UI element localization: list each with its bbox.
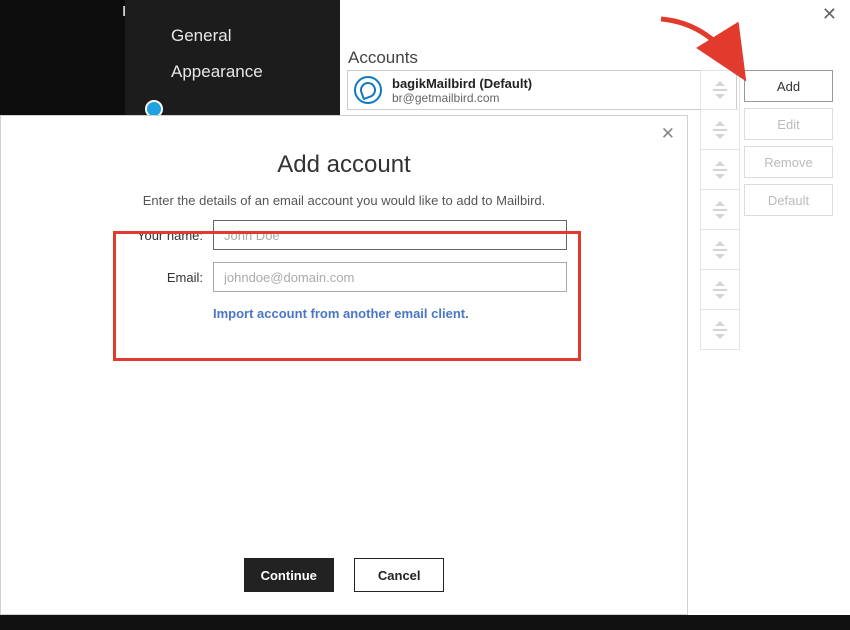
- drag-handle[interactable]: [700, 150, 740, 190]
- annotation-highlight-box: [113, 231, 581, 361]
- add-account-modal: ✕ Add account Enter the details of an em…: [0, 115, 688, 615]
- drag-handle[interactable]: [700, 270, 740, 310]
- modal-subtitle: Enter the details of an email account yo…: [1, 193, 687, 208]
- settings-sidebar: General Appearance: [125, 0, 340, 115]
- app-dark-background: [0, 0, 125, 115]
- modal-title: Add account: [1, 151, 687, 179]
- sidebar-item-general[interactable]: General: [125, 18, 340, 54]
- accounts-heading: Accounts: [348, 48, 418, 68]
- drag-handle[interactable]: [700, 190, 740, 230]
- drag-handle[interactable]: [700, 310, 740, 350]
- sidebar-item-appearance[interactable]: Appearance: [125, 54, 340, 90]
- modal-button-row: Continue Cancel: [1, 558, 687, 592]
- cancel-button[interactable]: Cancel: [354, 558, 444, 592]
- account-name-label: bagikMailbird (Default): [392, 76, 730, 91]
- default-button[interactable]: Default: [744, 184, 833, 216]
- account-action-buttons: Add Edit Remove Default: [744, 70, 833, 222]
- drag-handle[interactable]: [700, 110, 740, 150]
- account-text-block: bagikMailbird (Default) br@getmailbird.c…: [392, 76, 730, 105]
- mailbird-icon: [354, 76, 382, 104]
- edit-button[interactable]: Edit: [744, 108, 833, 140]
- continue-button[interactable]: Continue: [244, 558, 334, 592]
- add-button[interactable]: Add: [744, 70, 833, 102]
- remove-button[interactable]: Remove: [744, 146, 833, 178]
- close-icon[interactable]: ✕: [822, 4, 837, 25]
- account-email-label: br@getmailbird.com: [392, 91, 730, 105]
- drag-handle[interactable]: [700, 230, 740, 270]
- modal-close-icon[interactable]: ✕: [661, 124, 675, 144]
- drag-handle-column: [700, 70, 740, 350]
- account-list-item[interactable]: bagikMailbird (Default) br@getmailbird.c…: [347, 70, 737, 110]
- drag-handle[interactable]: [700, 70, 740, 110]
- bottom-dark-strip: [0, 615, 850, 630]
